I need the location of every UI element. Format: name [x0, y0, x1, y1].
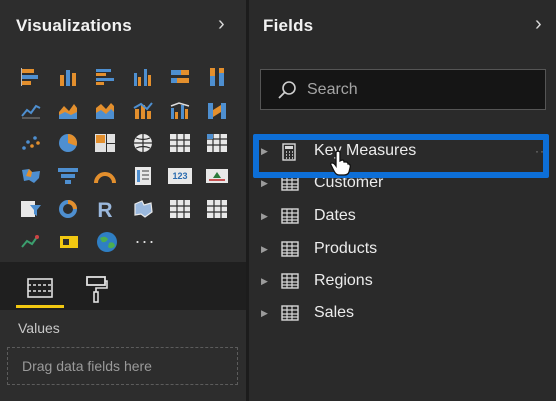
- expand-arrow-icon[interactable]: ▶: [261, 178, 268, 189]
- fields-pane: Fields › Search ▶ Key Measures ··· ▶ Cus…: [249, 0, 556, 401]
- field-item-regions[interactable]: ▶ Regions: [249, 266, 556, 296]
- values-drop-zone[interactable]: Drag data fields here: [7, 347, 238, 385]
- search-placeholder: Search: [307, 80, 358, 98]
- hand-cursor-icon: [330, 150, 351, 176]
- custom-line-visual-icon[interactable]: [12, 228, 50, 255]
- fields-well-icon: [27, 277, 53, 298]
- matrix-icon[interactable]: [199, 129, 236, 156]
- table-icon: [281, 208, 299, 224]
- map-icon[interactable]: [124, 129, 161, 156]
- field-item-label: Sales: [314, 304, 355, 321]
- search-icon: [278, 80, 296, 99]
- table-icon[interactable]: [161, 129, 198, 156]
- field-item-key-measures[interactable]: ▶ Key Measures ···: [249, 136, 556, 166]
- expand-arrow-icon[interactable]: ▶: [261, 308, 268, 319]
- drop-zone-placeholder: Drag data fields here: [22, 358, 152, 374]
- pane-tabs: [0, 262, 246, 310]
- filled-map-icon[interactable]: [12, 162, 49, 189]
- 100-stacked-column-chart-icon[interactable]: [199, 63, 236, 90]
- treemap-icon[interactable]: [87, 129, 124, 156]
- svg-text:123: 123: [172, 171, 187, 181]
- line-stacked-column-chart-icon[interactable]: [124, 96, 161, 123]
- stacked-bar-chart-icon[interactable]: [12, 63, 49, 90]
- donut-chart-icon[interactable]: [49, 195, 86, 222]
- values-well-label: Values: [18, 320, 60, 336]
- area-chart-icon[interactable]: [49, 96, 86, 123]
- svg-text:R: R: [98, 199, 113, 220]
- table-icon: [281, 305, 299, 321]
- card-icon[interactable]: 123: [161, 162, 198, 189]
- expand-arrow-icon[interactable]: ▶: [261, 276, 268, 287]
- stacked-area-chart-icon[interactable]: [87, 96, 124, 123]
- visualizations-title: Visualizations: [16, 16, 132, 35]
- field-item-customer[interactable]: ▶ Customer: [249, 168, 556, 198]
- field-item-label: Dates: [314, 207, 356, 224]
- gauge-icon[interactable]: [87, 162, 124, 189]
- field-item-products[interactable]: ▶ Products: [249, 234, 556, 264]
- fields-tab[interactable]: [16, 270, 64, 308]
- line-chart-icon[interactable]: [12, 96, 49, 123]
- custom-table-visual-icon[interactable]: [161, 195, 198, 222]
- fields-search-input[interactable]: Search: [260, 69, 546, 110]
- clustered-bar-chart-icon[interactable]: [87, 63, 124, 90]
- funnel-chart-icon[interactable]: [49, 162, 86, 189]
- field-item-label: Products: [314, 240, 378, 257]
- custom-matrix-visual-icon[interactable]: [199, 195, 236, 222]
- field-item-dates[interactable]: ▶ Dates: [249, 201, 556, 231]
- collapse-visualizations-chevron-icon[interactable]: ›: [218, 13, 225, 36]
- calculator-icon: [282, 143, 296, 161]
- expand-arrow-icon[interactable]: ▶: [261, 244, 268, 255]
- kpi-icon[interactable]: [199, 162, 236, 189]
- paint-roller-icon: [86, 276, 108, 303]
- shape-map-icon[interactable]: [124, 195, 161, 222]
- expand-arrow-icon[interactable]: ▶: [261, 146, 268, 157]
- table-icon: [281, 175, 299, 191]
- custom-slicer-visual-icon[interactable]: [50, 228, 88, 255]
- globe-map-icon[interactable]: [88, 228, 126, 255]
- fields-title: Fields: [263, 16, 314, 35]
- visualizations-gallery: 123 R ···: [12, 63, 236, 261]
- r-script-visual-icon[interactable]: R: [87, 195, 124, 222]
- more-visuals-icon[interactable]: ···: [126, 228, 164, 255]
- visualizations-pane: Visualizations › 123 R ··· Values Drag d…: [0, 0, 246, 401]
- slicer-icon[interactable]: [12, 195, 49, 222]
- expand-arrow-icon[interactable]: ▶: [261, 211, 268, 222]
- ribbon-chart-icon[interactable]: [199, 96, 236, 123]
- stacked-column-chart-icon[interactable]: [49, 63, 86, 90]
- field-item-sales[interactable]: ▶ Sales: [249, 298, 556, 328]
- 100-stacked-bar-chart-icon[interactable]: [161, 63, 198, 90]
- table-icon: [281, 273, 299, 289]
- scatter-chart-icon[interactable]: [12, 129, 49, 156]
- table-icon: [281, 241, 299, 257]
- format-tab[interactable]: [76, 270, 116, 308]
- more-options-icon[interactable]: ···: [535, 144, 550, 158]
- collapse-fields-chevron-icon[interactable]: ›: [535, 13, 542, 36]
- line-clustered-column-chart-icon[interactable]: [161, 96, 198, 123]
- field-item-label: Regions: [314, 272, 373, 289]
- multi-row-card-icon[interactable]: [124, 162, 161, 189]
- clustered-column-chart-icon[interactable]: [124, 63, 161, 90]
- field-item-label: Customer: [314, 174, 384, 191]
- pie-chart-icon[interactable]: [49, 129, 86, 156]
